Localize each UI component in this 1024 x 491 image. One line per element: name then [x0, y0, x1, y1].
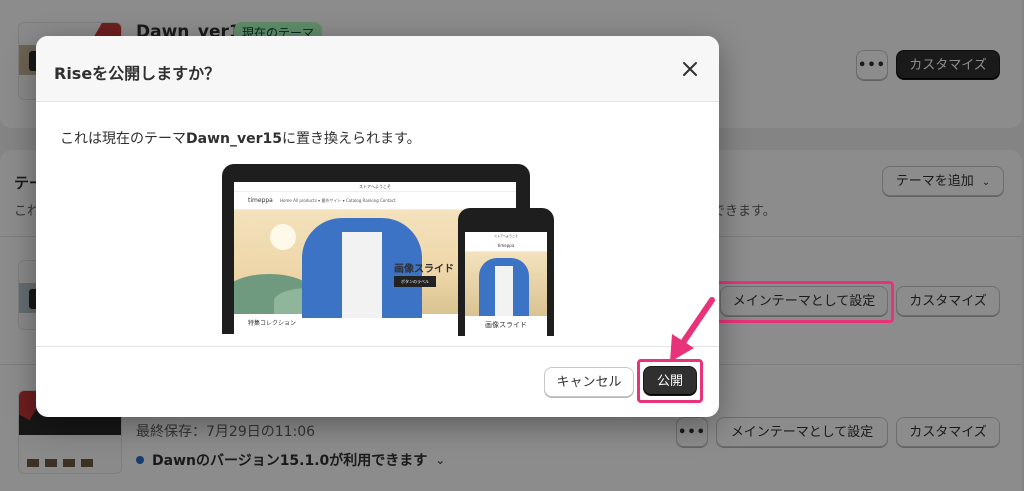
- preview-collection-heading: 特集コレクション: [248, 320, 297, 327]
- modal-message: これは現在のテーマDawn_ver15に置き換えられます。: [60, 131, 421, 147]
- phone-preview-store-name: timeppa: [465, 240, 547, 252]
- phone-preview-announcement: ストアへようこそ: [493, 234, 518, 238]
- cancel-button[interactable]: キャンセル: [544, 367, 634, 397]
- publish-theme-modal: Riseを公開しますか？ これは現在のテーマDawn_ver15に置き換えられま…: [36, 36, 719, 417]
- highlight-box-set-main: [714, 281, 894, 323]
- pointer-arrow-icon: [670, 297, 715, 362]
- preview-hero-button: ボタンのラベル: [394, 276, 436, 287]
- preview-announcement: ストアへようこそ: [234, 182, 516, 192]
- modal-header: Riseを公開しますか？: [36, 36, 719, 102]
- phone-preview: ストアへようこそ timeppa 画像スライド: [458, 208, 554, 336]
- close-icon[interactable]: [679, 58, 701, 80]
- preview-nav-links: Home All products ▾ 番外サイト ▾ Catalog Rank…: [280, 198, 396, 203]
- phone-preview-hero-text: 画像スライド: [485, 321, 527, 329]
- preview-hero-text: 画像スライド: [394, 264, 454, 275]
- modal-title: Riseを公開しますか？: [54, 64, 221, 83]
- preview-store-name: timeppa: [248, 197, 273, 204]
- modal-footer: キャンセル: [36, 346, 719, 417]
- publish-button[interactable]: 公開: [643, 366, 697, 396]
